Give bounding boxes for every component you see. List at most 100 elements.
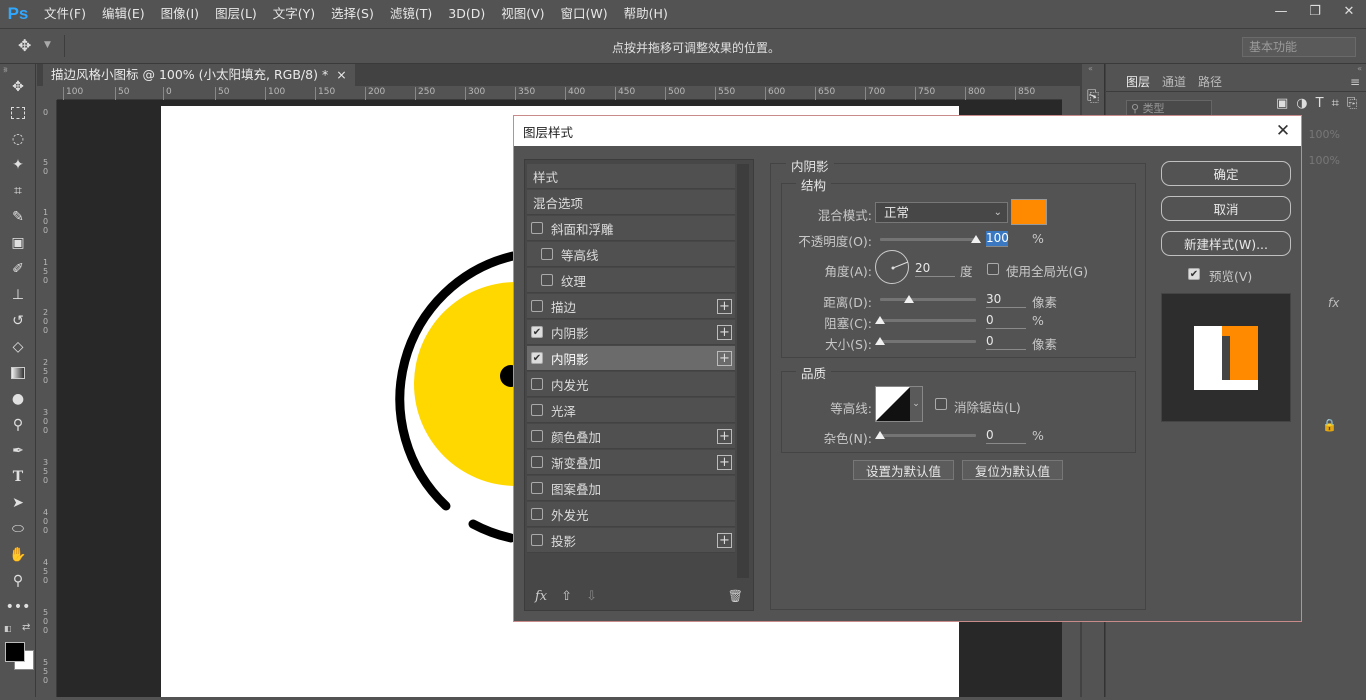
distance-slider-thumb[interactable] — [903, 295, 914, 303]
magic-wand-icon[interactable]: ✦ — [0, 152, 36, 178]
tab-layers[interactable]: 图层 — [1126, 73, 1150, 90]
add-effect-icon[interactable]: + — [717, 351, 732, 366]
menu-item[interactable]: 选择(S) — [323, 0, 382, 28]
style-item[interactable]: 描边 + — [527, 294, 735, 319]
reset-default-button[interactable]: 复位为默认值 — [962, 460, 1063, 480]
style-checkbox[interactable] — [541, 248, 553, 260]
angle-field[interactable]: 20 — [915, 261, 955, 277]
choke-slider-thumb[interactable] — [875, 316, 885, 324]
document-tab[interactable]: 描边风格小图标 @ 100% (小太阳填充, RGB/8) * × — [43, 64, 355, 86]
add-effect-icon[interactable]: + — [717, 299, 732, 314]
style-checkbox[interactable] — [531, 508, 543, 520]
panel-menu-icon[interactable]: ≡ — [1350, 75, 1360, 89]
close-window-button[interactable]: ✕ — [1332, 0, 1366, 22]
move-tool-icon[interactable]: ✥ — [0, 74, 36, 100]
style-item[interactable]: 混合选项 — [527, 190, 735, 215]
fx-badge[interactable]: fx — [1328, 296, 1339, 310]
menu-item[interactable]: 视图(V) — [493, 0, 552, 28]
size-slider-thumb[interactable] — [875, 337, 885, 345]
choke-field[interactable]: 0 — [986, 313, 1026, 329]
marquee-tool-icon[interactable] — [0, 100, 36, 126]
dodge-tool-icon[interactable]: ⚲ — [0, 412, 36, 438]
menu-item[interactable]: 窗口(W) — [553, 0, 616, 28]
hand-tool-icon[interactable]: ✋ — [0, 542, 36, 568]
noise-slider-thumb[interactable] — [875, 431, 885, 439]
style-checkbox[interactable] — [531, 300, 543, 312]
style-item[interactable]: 图案叠加 — [527, 476, 735, 501]
size-slider[interactable] — [875, 337, 976, 345]
style-item[interactable]: 样式 — [527, 164, 735, 189]
style-checkbox[interactable] — [531, 222, 543, 234]
restore-button[interactable]: ❐ — [1298, 0, 1332, 22]
style-checkbox[interactable]: ✔ — [531, 352, 543, 364]
style-item[interactable]: ✔ 内阴影 + — [527, 320, 735, 345]
history-brush-icon[interactable]: ↺ — [0, 308, 36, 334]
zoom-tool-icon[interactable]: ⚲ — [0, 568, 36, 594]
more-tools-icon[interactable]: ••• — [0, 594, 36, 620]
style-checkbox[interactable] — [531, 430, 543, 442]
close-icon[interactable]: ✕ — [1271, 119, 1295, 143]
style-checkbox[interactable] — [541, 274, 553, 286]
clone-stamp-icon[interactable]: ⊥ — [0, 282, 36, 308]
pen-tool-icon[interactable]: ✒ — [0, 438, 36, 464]
workspace-select[interactable]: 基本功能 — [1242, 37, 1356, 57]
antialias-checkbox[interactable] — [935, 398, 947, 410]
color-swatches[interactable]: ◧ ⇄ — [0, 620, 35, 672]
menu-item[interactable]: 文件(F) — [36, 0, 94, 28]
minimize-button[interactable]: — — [1264, 0, 1298, 22]
add-effect-icon[interactable]: + — [717, 455, 732, 470]
opacity-slider[interactable] — [880, 235, 981, 243]
ok-button[interactable]: 确定 — [1161, 161, 1291, 186]
move-tool-icon[interactable]: ✥ — [18, 36, 31, 55]
style-checkbox[interactable] — [531, 482, 543, 494]
foreground-color-swatch[interactable] — [5, 642, 25, 662]
set-default-button[interactable]: 设置为默认值 — [853, 460, 954, 480]
style-item[interactable]: 斜面和浮雕 — [527, 216, 735, 241]
distance-slider[interactable] — [880, 295, 976, 303]
style-item[interactable]: 内发光 — [527, 372, 735, 397]
lock-icon[interactable]: 🔒 — [1322, 418, 1337, 432]
close-tab-icon[interactable]: × — [336, 64, 346, 86]
move-up-icon[interactable]: ⇧ — [561, 589, 572, 604]
fx-menu-button[interactable]: fx — [535, 589, 547, 604]
style-checkbox[interactable] — [531, 534, 543, 546]
lasso-tool-icon[interactable]: ◌ — [0, 126, 36, 152]
style-list-scrollbar[interactable] — [737, 164, 749, 578]
tab-paths[interactable]: 路径 — [1198, 73, 1222, 90]
choke-slider[interactable] — [875, 316, 976, 324]
blend-mode-select[interactable]: 正常 ⌄ — [875, 202, 1008, 223]
layer-filter-icons[interactable]: ▣◑T⌗⎘ — [1276, 96, 1365, 111]
noise-slider[interactable] — [875, 431, 976, 439]
new-style-button[interactable]: 新建样式(W)... — [1161, 231, 1291, 256]
cancel-button[interactable]: 取消 — [1161, 196, 1291, 221]
blur-tool-icon[interactable]: ● — [0, 386, 36, 412]
add-effect-icon[interactable]: + — [717, 325, 732, 340]
distance-field[interactable]: 30 — [986, 292, 1026, 308]
opacity-slider-thumb[interactable] — [971, 235, 981, 243]
healing-brush-icon[interactable]: ▣ — [0, 230, 36, 256]
style-item[interactable]: 光泽 — [527, 398, 735, 423]
size-field[interactable]: 0 — [986, 334, 1026, 350]
noise-field[interactable]: 0 — [986, 428, 1026, 444]
menu-item[interactable]: 滤镜(T) — [382, 0, 440, 28]
contour-picker[interactable]: ⌄ — [875, 386, 923, 422]
default-colors-icon[interactable]: ◧ — [4, 624, 12, 633]
add-effect-icon[interactable]: + — [717, 429, 732, 444]
angle-dial[interactable] — [875, 250, 909, 284]
shadow-color-swatch[interactable] — [1011, 199, 1047, 225]
style-checkbox[interactable] — [531, 378, 543, 390]
style-checkbox[interactable] — [531, 456, 543, 468]
style-checkbox[interactable]: ✔ — [531, 326, 543, 338]
style-item[interactable]: 等高线 — [527, 242, 735, 267]
style-item[interactable]: 颜色叠加 + — [527, 424, 735, 449]
menu-item[interactable]: 帮助(H) — [616, 0, 676, 28]
path-select-icon[interactable]: ➤ — [0, 490, 36, 516]
style-item[interactable]: 外发光 — [527, 502, 735, 527]
style-checkbox[interactable] — [531, 404, 543, 416]
eyedropper-icon[interactable]: ✎ — [0, 204, 36, 230]
eraser-icon[interactable]: ◇ — [0, 334, 36, 360]
ellipse-tool-icon[interactable]: ⬭ — [0, 516, 36, 542]
menu-item[interactable]: 图像(I) — [153, 0, 207, 28]
menu-item[interactable]: 图层(L) — [207, 0, 265, 28]
move-down-icon[interactable]: ⇩ — [586, 589, 597, 604]
